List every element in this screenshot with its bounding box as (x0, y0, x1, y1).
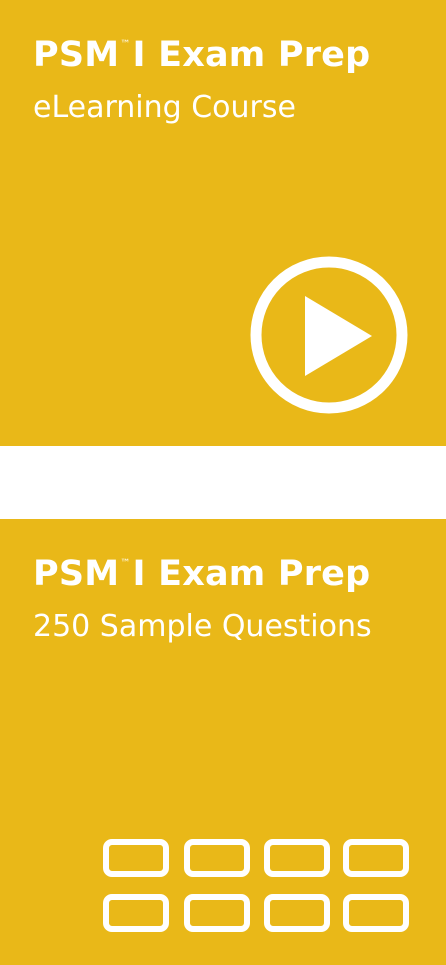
grid-cell-icon (184, 894, 250, 932)
play-circle-icon[interactable] (248, 254, 410, 416)
trademark-symbol: ™ (120, 39, 131, 50)
grid-cell-icon (343, 894, 409, 932)
elearning-course-tile[interactable]: PSM™I Exam Prep eLearning Course (0, 0, 446, 446)
grid-cell-icon (343, 839, 409, 877)
title-main: PSM (33, 554, 120, 594)
tile-subtitle: 250 Sample Questions (33, 609, 372, 644)
grid-cell-icon (264, 894, 330, 932)
grid-cell-icon (103, 894, 169, 932)
title-main: PSM (33, 35, 120, 75)
trademark-symbol: ™ (120, 558, 131, 569)
title-rest: I Exam Prep (132, 554, 371, 594)
tile-title: PSM™I Exam Prep (33, 38, 370, 73)
question-grid-icon[interactable] (103, 839, 409, 933)
grid-cell-icon (264, 839, 330, 877)
grid-cell-icon (103, 839, 169, 877)
title-rest: I Exam Prep (132, 35, 371, 75)
tile-title: PSM™I Exam Prep (33, 557, 370, 592)
grid-cell-icon (184, 839, 250, 877)
sample-questions-tile[interactable]: PSM™I Exam Prep 250 Sample Questions (0, 519, 446, 965)
tile-subtitle: eLearning Course (33, 90, 296, 125)
